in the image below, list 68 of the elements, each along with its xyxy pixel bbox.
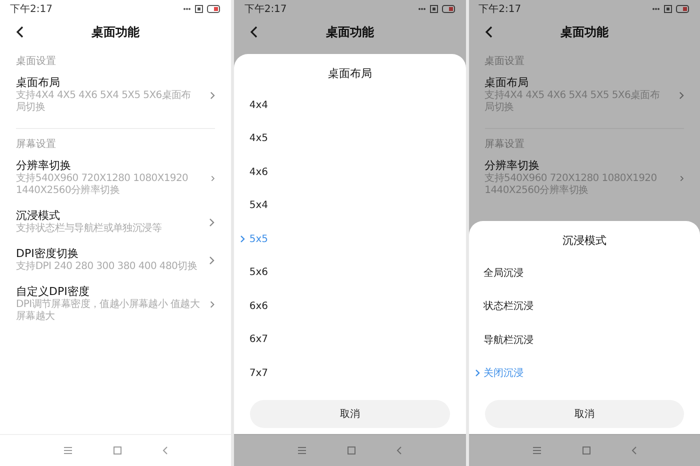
item-title: DPI密度切换 (16, 247, 80, 260)
settings-item[interactable]: DPI密度切换 支持DPI 240 280 300 380 400 480切换 (16, 241, 216, 279)
back-icon[interactable] (484, 26, 493, 38)
sheet-option[interactable]: 4x4 (249, 100, 268, 111)
back-icon[interactable] (16, 26, 24, 38)
menu-icon[interactable] (532, 446, 542, 455)
settings-item[interactable]: 桌面布局 支持4X4 4X5 4X6 5X4 5X5 5X6桌面布局切换 (16, 70, 216, 120)
cancel-button[interactable]: 取消 (484, 400, 684, 428)
menu-icon[interactable] (297, 446, 308, 455)
menu-icon[interactable] (63, 446, 74, 455)
sheet-option[interactable]: 6x6 (249, 300, 268, 312)
item-subtitle: 支持540X960 720X1280 1080X1920 1440X2560分辨率切换 (16, 173, 190, 197)
chevron-right-icon (209, 256, 216, 264)
settings-item[interactable]: 分辨率切换 支持540X960 720X1280 1080X1920 1440X2560分辨率切换 (16, 153, 216, 203)
more-icon (183, 7, 192, 11)
chevron-right-icon (211, 174, 216, 182)
chevron-right-icon (678, 90, 684, 100)
sheet-option[interactable]: 导航栏沉浸 (484, 332, 534, 347)
item-subtitle: 支持4X4 4X5 4X6 5X4 5X5 5X6桌面布局切换 (16, 90, 192, 114)
sheet-option[interactable]: 5x4 (249, 200, 268, 212)
home-square-icon[interactable] (582, 446, 591, 455)
chevron-right-icon (209, 218, 216, 226)
page-title: 桌面功能 (560, 24, 608, 40)
settings-item[interactable]: 分辨率切换 支持540X960 720X1280 1080X1920 1440X2560分辨率切换 (484, 153, 684, 203)
more-icon (652, 7, 660, 11)
settings-item[interactable]: 沉浸模式 支持状态栏与导航栏或单独沉浸等 (16, 203, 216, 241)
item-title: 沉浸模式 (16, 209, 61, 222)
item-subtitle: 支持4X4 4X5 4X6 5X4 5X5 5X6桌面布局切换 (484, 90, 661, 114)
battery-icon (676, 5, 690, 13)
chevron-right-icon (210, 300, 216, 308)
status-time: 下午2:17 (10, 3, 52, 16)
section-label: 屏幕设置 (484, 138, 526, 151)
item-title: 分辨率切换 (484, 159, 541, 172)
item-title: 桌面布局 (484, 76, 530, 90)
section-label: 桌面设置 (484, 54, 526, 68)
sheet-option[interactable]: 6x7 (249, 334, 268, 346)
sheet-option[interactable]: 7x7 (249, 368, 268, 379)
sheet-option[interactable]: 4x5 (249, 133, 268, 144)
settings-item[interactable]: 自定义DPI密度 DPI调节屏幕密度，值越小屏幕越小 值越大屏幕越大 (16, 279, 216, 329)
section-label: 桌面设置 (16, 54, 57, 68)
battery-icon (207, 5, 222, 13)
item-subtitle: 支持状态栏与导航栏或单独沉浸等 (16, 223, 162, 235)
more-icon (418, 7, 426, 11)
sheet-title: 桌面布局 (326, 66, 373, 82)
item-subtitle: 支持DPI 240 280 300 380 400 480切换 (16, 261, 197, 273)
sheet-title: 沉浸模式 (561, 233, 608, 249)
home-square-icon[interactable] (113, 446, 122, 455)
sheet-option[interactable]: 4x6 (249, 166, 268, 178)
back-icon[interactable] (250, 26, 258, 38)
item-title: 自定义DPI密度 (16, 285, 90, 298)
chevron-right-icon (680, 174, 684, 182)
status-time: 下午2:17 (244, 3, 287, 16)
sheet-option[interactable]: 5x6 (249, 267, 268, 278)
section-label: 屏幕设置 (16, 138, 57, 151)
home-square-icon[interactable] (347, 446, 356, 455)
item-subtitle: DPI调节屏幕密度，值越小屏幕越小 值越大屏幕越大 (16, 299, 200, 323)
chevron-right-icon (210, 90, 216, 100)
battery-icon (442, 5, 456, 13)
page-title: 桌面功能 (326, 24, 374, 40)
cancel-button[interactable]: 取消 (250, 400, 450, 428)
item-title: 分辨率切换 (16, 159, 72, 172)
sheet-option[interactable]: 状态栏沉浸 (484, 299, 534, 314)
settings-item[interactable]: 桌面布局 支持4X4 4X5 4X6 5X4 5X5 5X6桌面布局切换 (484, 70, 684, 120)
page-title: 桌面功能 (92, 24, 140, 40)
item-title: 桌面布局 (16, 76, 61, 90)
sheet-option[interactable]: 全局沉浸 (484, 266, 524, 280)
status-time: 下午2:17 (478, 3, 522, 16)
item-subtitle: 支持540X960 720X1280 1080X1920 1440X2560分辨率切换 (484, 173, 658, 197)
